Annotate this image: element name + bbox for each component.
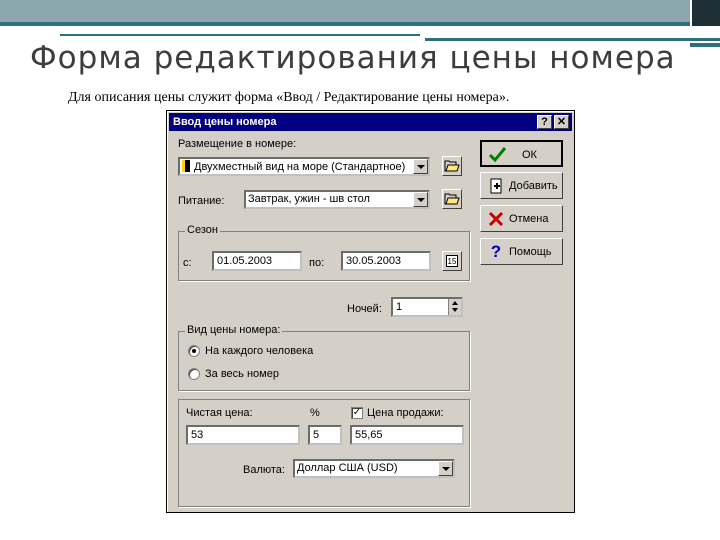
meal-select[interactable]: Завтрак, ужин - шв стол bbox=[244, 190, 430, 209]
per-person-label: На каждого человека bbox=[205, 345, 314, 357]
placement-value: Двухместный вид на море (Стандартное) bbox=[194, 161, 406, 173]
calendar-icon: 15 bbox=[446, 255, 458, 267]
nights-stepper[interactable]: 1 bbox=[391, 297, 463, 317]
sale-price-checkbox[interactable]: ✓ bbox=[351, 407, 363, 419]
meal-label: Питание: bbox=[178, 195, 225, 207]
cancel-button[interactable]: Отмена bbox=[480, 205, 563, 232]
price-type-group-title: Вид цены номера: bbox=[185, 324, 283, 336]
cancel-button-label: Отмена bbox=[509, 213, 549, 225]
whole-room-radio[interactable] bbox=[188, 368, 200, 380]
sale-price-label: Цена продажи: bbox=[367, 407, 444, 419]
percent-field[interactable]: 5 bbox=[308, 425, 342, 445]
placement-select[interactable]: Двухместный вид на море (Стандартное) bbox=[178, 157, 430, 176]
currency-label: Валюта: bbox=[243, 464, 285, 476]
add-button[interactable]: Добавить bbox=[480, 172, 563, 199]
deco-line bbox=[60, 34, 420, 36]
currency-value: Доллар США (USD) bbox=[297, 462, 398, 474]
spin-arrows-icon[interactable] bbox=[448, 299, 461, 315]
net-price-label: Чистая цена: bbox=[186, 407, 253, 419]
per-person-radio[interactable] bbox=[188, 345, 200, 357]
open-placement-button[interactable] bbox=[442, 156, 462, 176]
whole-room-label: За весь номер bbox=[205, 368, 279, 380]
from-date-field[interactable]: 01.05.2003 bbox=[212, 251, 302, 271]
nights-label: Ночей: bbox=[347, 303, 382, 315]
open-meal-button[interactable] bbox=[442, 189, 462, 209]
meal-value: Завтрак, ужин - шв стол bbox=[248, 193, 370, 205]
close-button[interactable]: ✕ bbox=[554, 115, 569, 129]
nights-value: 1 bbox=[396, 301, 403, 313]
slide-caption: Для описания цены служит форма «Ввод / Р… bbox=[68, 90, 510, 105]
price-dialog: Ввод цены номера ? ✕ Размещение в номере… bbox=[166, 110, 575, 513]
chevron-down-icon[interactable] bbox=[438, 461, 453, 476]
placement-icon bbox=[182, 160, 190, 172]
dialog-titlebar: Ввод цены номера ? ✕ bbox=[169, 113, 572, 131]
slide-title: Форма редактирования цены номера bbox=[30, 40, 676, 76]
help-button[interactable]: ? Помощь bbox=[480, 238, 563, 265]
percent-label: % bbox=[310, 407, 320, 419]
folder-icon bbox=[444, 160, 460, 172]
sale-price-field[interactable]: 55,65 bbox=[350, 425, 464, 445]
placement-label: Размещение в номере: bbox=[178, 138, 297, 150]
deco-bar-stripe bbox=[0, 22, 690, 26]
folder-icon bbox=[444, 193, 460, 205]
add-button-label: Добавить bbox=[509, 180, 558, 192]
to-label: по: bbox=[309, 257, 325, 269]
help-title-button[interactable]: ? bbox=[537, 115, 552, 129]
question-mark-icon: ? bbox=[490, 242, 502, 261]
net-price-field[interactable]: 53 bbox=[186, 425, 300, 445]
cross-icon bbox=[488, 211, 504, 227]
chevron-down-icon[interactable] bbox=[413, 192, 428, 207]
checkmark-icon bbox=[488, 147, 507, 163]
price-type-group: Вид цены номера: bbox=[178, 324, 470, 391]
season-group-title: Сезон bbox=[185, 224, 220, 236]
help-button-label: Помощь bbox=[509, 246, 552, 258]
to-date-field[interactable]: 30.05.2003 bbox=[341, 251, 431, 271]
from-label: с: bbox=[183, 257, 192, 269]
calendar-button[interactable]: 15 bbox=[442, 251, 462, 271]
chevron-down-icon[interactable] bbox=[413, 159, 428, 174]
deco-corner bbox=[692, 0, 720, 26]
currency-select[interactable]: Доллар США (USD) bbox=[293, 459, 455, 478]
ok-button-label: ОК bbox=[522, 149, 537, 161]
ok-button[interactable]: ОК bbox=[480, 140, 563, 167]
dialog-title: Ввод цены номера bbox=[173, 116, 277, 128]
deco-line bbox=[690, 43, 720, 47]
add-document-icon bbox=[490, 178, 502, 194]
